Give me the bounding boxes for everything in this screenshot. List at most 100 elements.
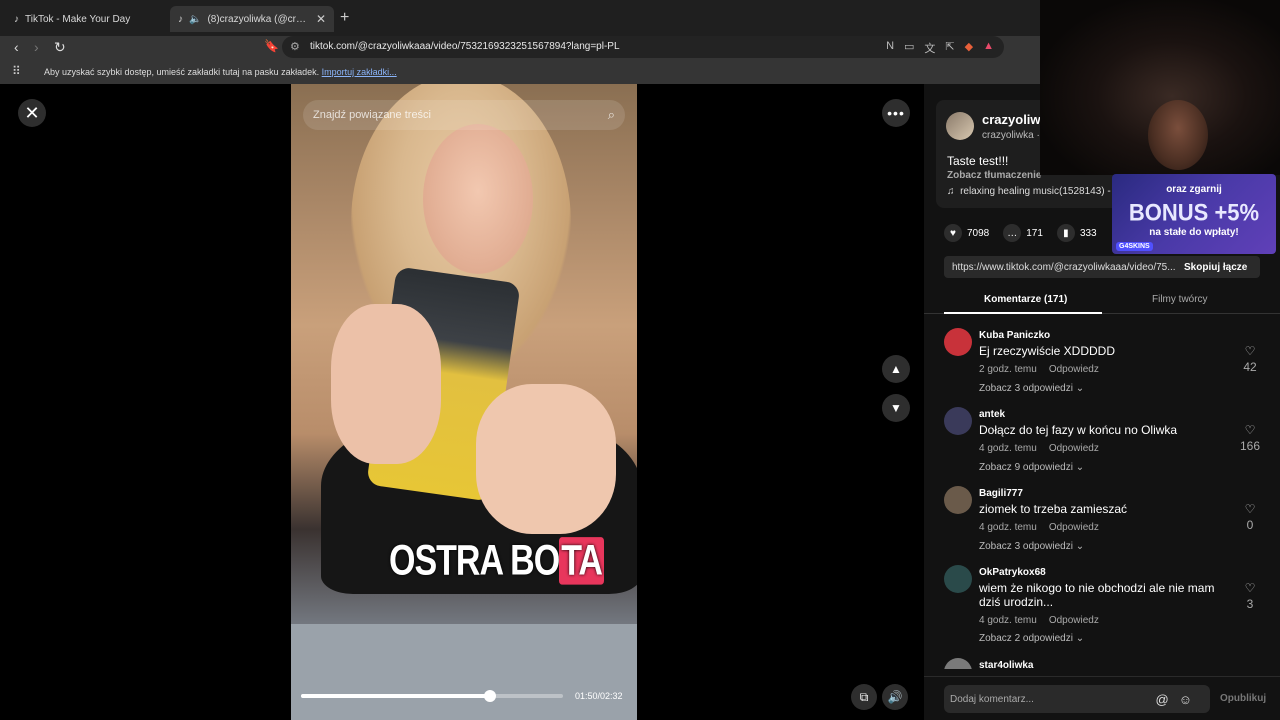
heart-icon[interactable]: ♡ — [1240, 344, 1260, 358]
browser-toolbar: ‹ › ↻ 🔖 ⚙ tiktok.com/@crazyoliwkaaa/vide… — [0, 36, 1040, 60]
related-search-input[interactable]: Znajdź powiązane treści ⌕ — [303, 100, 625, 130]
brave-shield-icon[interactable]: ◆ — [965, 40, 973, 56]
translate-icon[interactable]: 文 — [924, 40, 935, 56]
video-frame-hand — [476, 384, 616, 534]
comment-meta: 2 godz. temu Odpowiedz — [979, 364, 1099, 375]
webcam-overlay — [1040, 0, 1280, 175]
promo-brand: G4SKINS — [1116, 242, 1153, 251]
new-tab-button[interactable]: + — [340, 9, 349, 27]
webcam-person — [1148, 100, 1208, 170]
like-count: 0 — [1246, 518, 1254, 532]
like-stat[interactable]: ♥ 7098 — [944, 224, 989, 242]
address-bar[interactable]: ⚙ tiktok.com/@crazyoliwkaaa/video/753216… — [282, 36, 1004, 58]
view-replies-button[interactable]: Zobacz 9 odpowiedzi ⌄ — [979, 462, 1084, 473]
music-link[interactable]: ♫ relaxing healing music(1528143) - T — [947, 186, 1119, 197]
bookmark-icon: ▮ — [1056, 224, 1075, 242]
chevron-down-icon: ▼ — [890, 401, 902, 415]
reply-button[interactable]: Odpowiedz — [1049, 615, 1099, 626]
tiktok-icon: ♪ — [178, 13, 183, 25]
video-player[interactable]: Znajdź powiązane treści ⌕ OSTRA BOTA 01:… — [291, 84, 637, 720]
author-name[interactable]: crazyoliwk — [982, 112, 1048, 127]
publish-button[interactable]: Opublikuj — [1220, 693, 1266, 704]
bookmark-icon[interactable]: 🔖 — [264, 39, 279, 53]
comment-stat[interactable]: … 171 — [1003, 224, 1043, 242]
previous-video-button[interactable]: ▲ — [882, 355, 910, 383]
see-translation-link[interactable]: Zobacz tłumaczenie — [947, 170, 1041, 181]
comment-meta: 4 godz. temu Odpowiedz — [979, 522, 1099, 533]
comment-item: antek Dołącz do tej fazy w końcu no Oliw… — [924, 403, 1280, 481]
browser-tab-active[interactable]: ♪ 🔈 (8)crazyoliwka (@crazyoliwkaaa) ✕ — [170, 6, 334, 32]
pip-button[interactable]: ⧉ — [851, 684, 877, 710]
search-icon[interactable]: ⌕ — [608, 107, 615, 123]
avatar[interactable] — [944, 407, 972, 435]
comment-item: OkPatrykox68 wiem że nikogo to nie obcho… — [924, 561, 1280, 653]
volume-button[interactable]: 🔊 — [882, 684, 908, 710]
promo-banner: oraz zgarnij BONUS +5% na stałe do wpłat… — [1112, 174, 1276, 254]
view-replies-button[interactable]: Zobacz 3 odpowiedzi ⌄ — [979, 383, 1084, 394]
mention-icon[interactable]: @ — [1156, 692, 1179, 707]
like-count: 3 — [1246, 597, 1254, 611]
close-video-button[interactable]: ✕ — [18, 99, 46, 127]
engagement-stats: ♥ 7098 … 171 ▮ 333 — [944, 224, 1097, 242]
rewards-icon[interactable]: ▲ — [983, 40, 994, 56]
like-count: 166 — [1239, 439, 1261, 453]
tab-title: TikTok - Make Your Day — [25, 13, 131, 25]
close-icon: ✕ — [24, 102, 40, 123]
share-link-row: https://www.tiktok.com/@crazyoliwkaaa/vi… — [944, 256, 1260, 278]
volume-icon: 🔊 — [887, 690, 903, 704]
avatar[interactable] — [944, 328, 972, 356]
comment-user[interactable]: OkPatrykox68 — [979, 567, 1046, 578]
reload-icon[interactable]: ↻ — [54, 39, 66, 56]
video-progress-bar[interactable] — [301, 690, 563, 702]
comment-user[interactable]: Kuba Paniczko — [979, 330, 1050, 341]
forward-icon[interactable]: › — [34, 39, 39, 55]
chevron-up-icon: ▲ — [890, 362, 902, 376]
more-options-button[interactable]: ••• — [882, 99, 910, 127]
speaker-icon: 🔈 — [189, 13, 202, 25]
like-count: 42 — [1243, 360, 1257, 374]
heart-icon[interactable]: ♡ — [1240, 581, 1260, 595]
progress-fill — [301, 694, 491, 698]
view-replies-button[interactable]: Zobacz 2 odpowiedzi ⌄ — [979, 633, 1084, 644]
browser-tab-tiktok[interactable]: ♪ TikTok - Make Your Day — [6, 6, 166, 32]
comment-user[interactable]: star4oliwka — [979, 660, 1033, 669]
tab-title: (8)crazyoliwka (@crazyoliwkaaa) — [207, 13, 309, 25]
emoji-icon[interactable]: ☺ — [1179, 692, 1202, 707]
comment-user[interactable]: Bagili777 — [979, 488, 1023, 499]
view-replies-button[interactable]: Zobacz 3 odpowiedzi ⌄ — [979, 541, 1084, 552]
share-icon[interactable]: ⇱ — [945, 40, 954, 56]
cast-icon[interactable]: ▭ — [904, 40, 914, 56]
reply-button[interactable]: Odpowiedz — [1049, 522, 1099, 533]
back-icon[interactable]: ‹ — [14, 39, 19, 55]
comment-text: Ej rzeczywiście XDDDDD — [979, 344, 1116, 358]
author-handle: crazyoliwka · 1 — [982, 130, 1049, 141]
avatar[interactable] — [944, 658, 972, 669]
more-icon: ••• — [887, 105, 905, 121]
tracking-off-icon[interactable]: N — [886, 40, 894, 56]
reply-button[interactable]: Odpowiedz — [1049, 443, 1099, 454]
avatar[interactable] — [944, 565, 972, 593]
import-bookmarks-link[interactable]: Importuj zakładki... — [322, 67, 397, 77]
avatar[interactable] — [944, 486, 972, 514]
heart-icon[interactable]: ♡ — [1240, 423, 1260, 437]
comment-meta: 4 godz. temu Odpowiedz — [979, 443, 1099, 454]
comment-user[interactable]: antek — [979, 409, 1005, 420]
avatar[interactable] — [946, 112, 974, 140]
tiktok-icon: ♪ — [14, 13, 19, 25]
next-video-button[interactable]: ▼ — [882, 394, 910, 422]
share-link-text[interactable]: https://www.tiktok.com/@crazyoliwkaaa/vi… — [944, 262, 1176, 273]
tab-comments[interactable]: Komentarze (171) — [984, 294, 1067, 305]
close-icon[interactable]: ✕ — [316, 12, 326, 26]
save-stat[interactable]: ▮ 333 — [1056, 224, 1097, 242]
video-caption: OSTRA BOTA — [389, 537, 604, 585]
comment-item: star4oliwka — [924, 654, 1280, 669]
site-info-icon[interactable]: ⚙ — [290, 40, 300, 53]
reply-button[interactable]: Odpowiedz — [1049, 364, 1099, 375]
tab-creator-videos[interactable]: Filmy twórcy — [1152, 294, 1208, 305]
apps-grid-icon[interactable]: ⠿ — [12, 64, 21, 78]
copy-link-button[interactable]: Skopiuj łącze — [1184, 262, 1247, 273]
heart-icon[interactable]: ♡ — [1240, 502, 1260, 516]
comment-input[interactable]: Dodaj komentarz... @☺ — [944, 685, 1210, 713]
comment-icon: … — [1003, 224, 1022, 242]
bookmarks-message: Aby uzyskać szybki dostęp, umieść zakład… — [44, 67, 397, 77]
